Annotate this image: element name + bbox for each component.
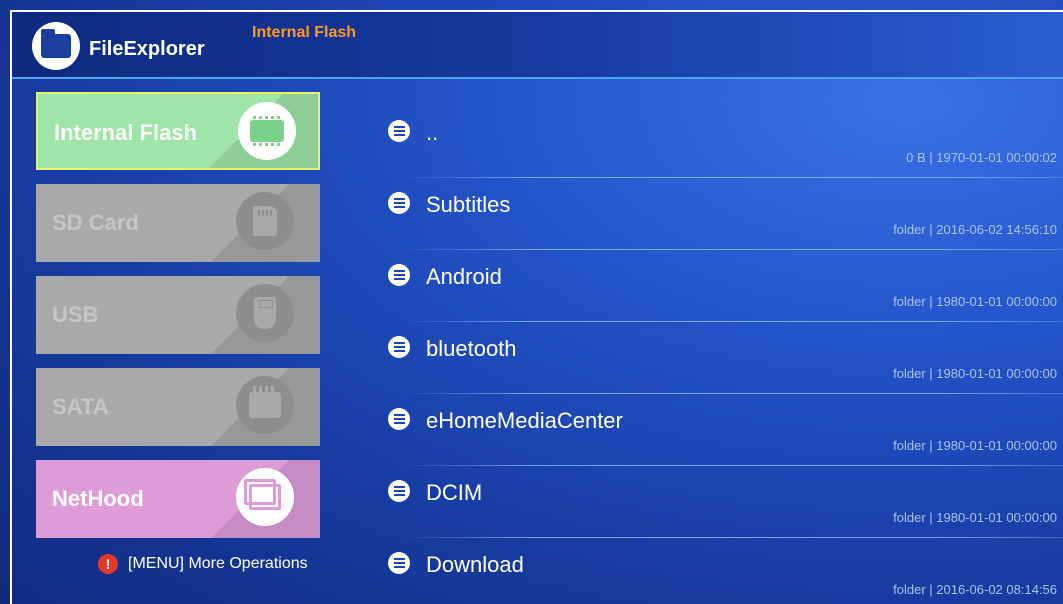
file-name: DCIM xyxy=(426,480,483,505)
warning-icon: ! xyxy=(98,554,118,574)
folder-icon xyxy=(388,192,410,214)
folder-app-icon xyxy=(32,22,80,70)
file-name: bluetooth xyxy=(426,336,517,361)
file-row-subtitles[interactable]: Subtitles folder | 2016-06-02 14:56:10 xyxy=(382,178,1063,250)
app-title: FileExplorer xyxy=(89,38,205,60)
file-row-parent[interactable]: .. 0 B | 1970-01-01 00:00:02 xyxy=(382,106,1063,178)
file-row-bluetooth[interactable]: bluetooth folder | 1980-01-01 00:00:00 xyxy=(382,322,1063,394)
sidebar-item-label: USB xyxy=(52,302,99,327)
file-meta: folder | 1980-01-01 00:00:00 xyxy=(893,294,1057,309)
folder-icon xyxy=(388,408,410,430)
file-meta: folder | 2016-06-02 14:56:10 xyxy=(893,222,1057,237)
sd-card-icon xyxy=(236,192,294,250)
folder-icon xyxy=(388,120,410,142)
header-bar: FileExplorer Internal Flash xyxy=(12,12,1063,77)
file-row-ehomemediacenter[interactable]: eHomeMediaCenter folder | 1980-01-01 00:… xyxy=(382,394,1063,466)
menu-hint-text: [MENU] More Operations xyxy=(128,555,308,572)
file-name: Subtitles xyxy=(426,192,511,217)
file-name: Android xyxy=(426,264,502,289)
folder-icon xyxy=(388,480,410,502)
file-meta: folder | 1980-01-01 00:00:00 xyxy=(893,366,1057,381)
file-meta: folder | 1980-01-01 00:00:00 xyxy=(893,438,1057,453)
file-row-download[interactable]: Download folder | 2016-06-02 08:14:56 xyxy=(382,538,1063,604)
chip-icon xyxy=(238,102,296,160)
file-row-android[interactable]: Android folder | 1980-01-01 00:00:00 xyxy=(382,250,1063,322)
sidebar-item-label: NetHood xyxy=(52,486,144,511)
file-name: eHomeMediaCenter xyxy=(426,408,623,433)
file-explorer-screen: FileExplorer Internal Flash Internal Fla… xyxy=(12,12,1063,604)
sata-icon xyxy=(236,376,294,434)
folder-icon xyxy=(388,552,410,574)
sidebar-item-internal-flash[interactable]: Internal Flash xyxy=(36,92,320,170)
file-name: .. xyxy=(426,120,439,145)
file-meta: folder | 1980-01-01 00:00:00 xyxy=(893,510,1057,525)
sidebar-item-label: SATA xyxy=(52,394,109,419)
network-window-icon xyxy=(236,468,294,526)
sidebar-item-sata[interactable]: SATA xyxy=(36,368,320,446)
file-name: Download xyxy=(426,552,524,577)
current-path: Internal Flash xyxy=(252,24,357,41)
sidebar-item-usb[interactable]: USB xyxy=(36,276,320,354)
sidebar-item-sd-card[interactable]: SD Card xyxy=(36,184,320,262)
sidebar-item-nethood[interactable]: NetHood xyxy=(36,460,320,538)
folder-icon xyxy=(388,264,410,286)
file-meta: folder | 2016-06-02 08:14:56 xyxy=(893,582,1057,597)
file-row-dcim[interactable]: DCIM folder | 1980-01-01 00:00:00 xyxy=(382,466,1063,538)
usb-icon xyxy=(236,284,294,342)
folder-icon xyxy=(388,336,410,358)
sidebar-item-label: SD Card xyxy=(52,210,139,235)
file-meta: 0 B | 1970-01-01 00:00:02 xyxy=(906,150,1057,165)
menu-hint: ! [MENU] More Operations xyxy=(98,554,308,574)
sidebar-item-label: Internal Flash xyxy=(54,120,198,145)
header-divider xyxy=(12,77,1063,79)
